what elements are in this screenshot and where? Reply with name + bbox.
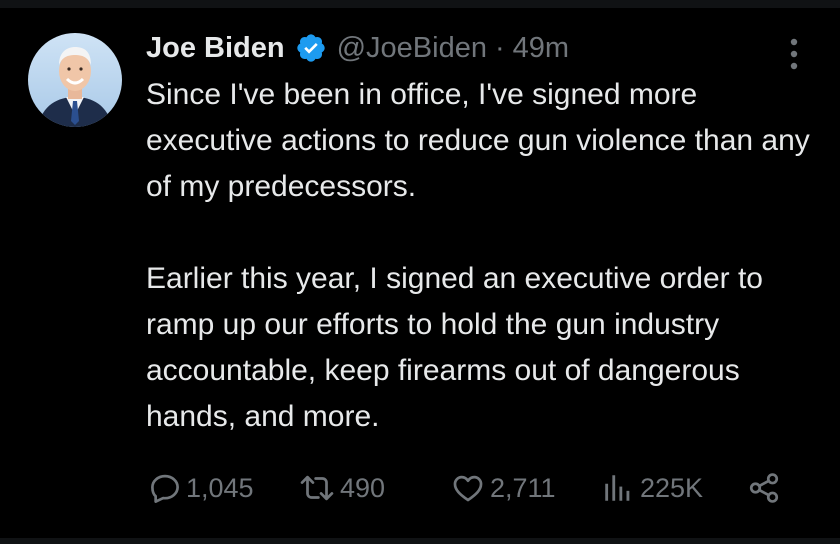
views-button[interactable]: 225K: [600, 468, 703, 508]
action-bar: 1,045 490 2,711 225K: [0, 468, 840, 508]
views-icon: [600, 471, 636, 505]
reply-count: 1,045: [186, 472, 254, 503]
avatar-image: [28, 33, 122, 127]
repost-count: 490: [340, 472, 386, 503]
author-name[interactable]: Joe Biden: [146, 32, 285, 65]
reply-icon: [148, 471, 182, 505]
more-options-icon[interactable]: [780, 34, 808, 74]
tweet-header: Joe Biden @JoeBiden · 49m: [146, 28, 569, 68]
tweet-paragraph-2: Earlier this year, I signed an executive…: [146, 262, 763, 433]
author-handle[interactable]: @JoeBiden: [337, 32, 487, 65]
repost-button[interactable]: 490: [298, 468, 385, 508]
reply-button[interactable]: 1,045: [148, 468, 254, 508]
bottom-divider: [0, 538, 840, 544]
heart-icon: [450, 471, 486, 505]
verified-badge-icon[interactable]: [295, 32, 327, 64]
timestamp[interactable]: 49m: [513, 32, 569, 65]
like-count: 2,711: [490, 472, 556, 503]
share-icon: [746, 471, 782, 505]
top-divider: [0, 0, 840, 8]
view-count: 225K: [640, 472, 704, 503]
share-button[interactable]: [746, 468, 782, 508]
repost-icon: [298, 471, 336, 505]
separator-dot: ·: [494, 31, 505, 64]
tweet-text: Since I've been in office, I've signed m…: [146, 72, 816, 440]
like-button[interactable]: 2,711: [450, 468, 556, 508]
tweet-paragraph-1: Since I've been in office, I've signed m…: [146, 78, 810, 203]
avatar[interactable]: [28, 33, 122, 127]
